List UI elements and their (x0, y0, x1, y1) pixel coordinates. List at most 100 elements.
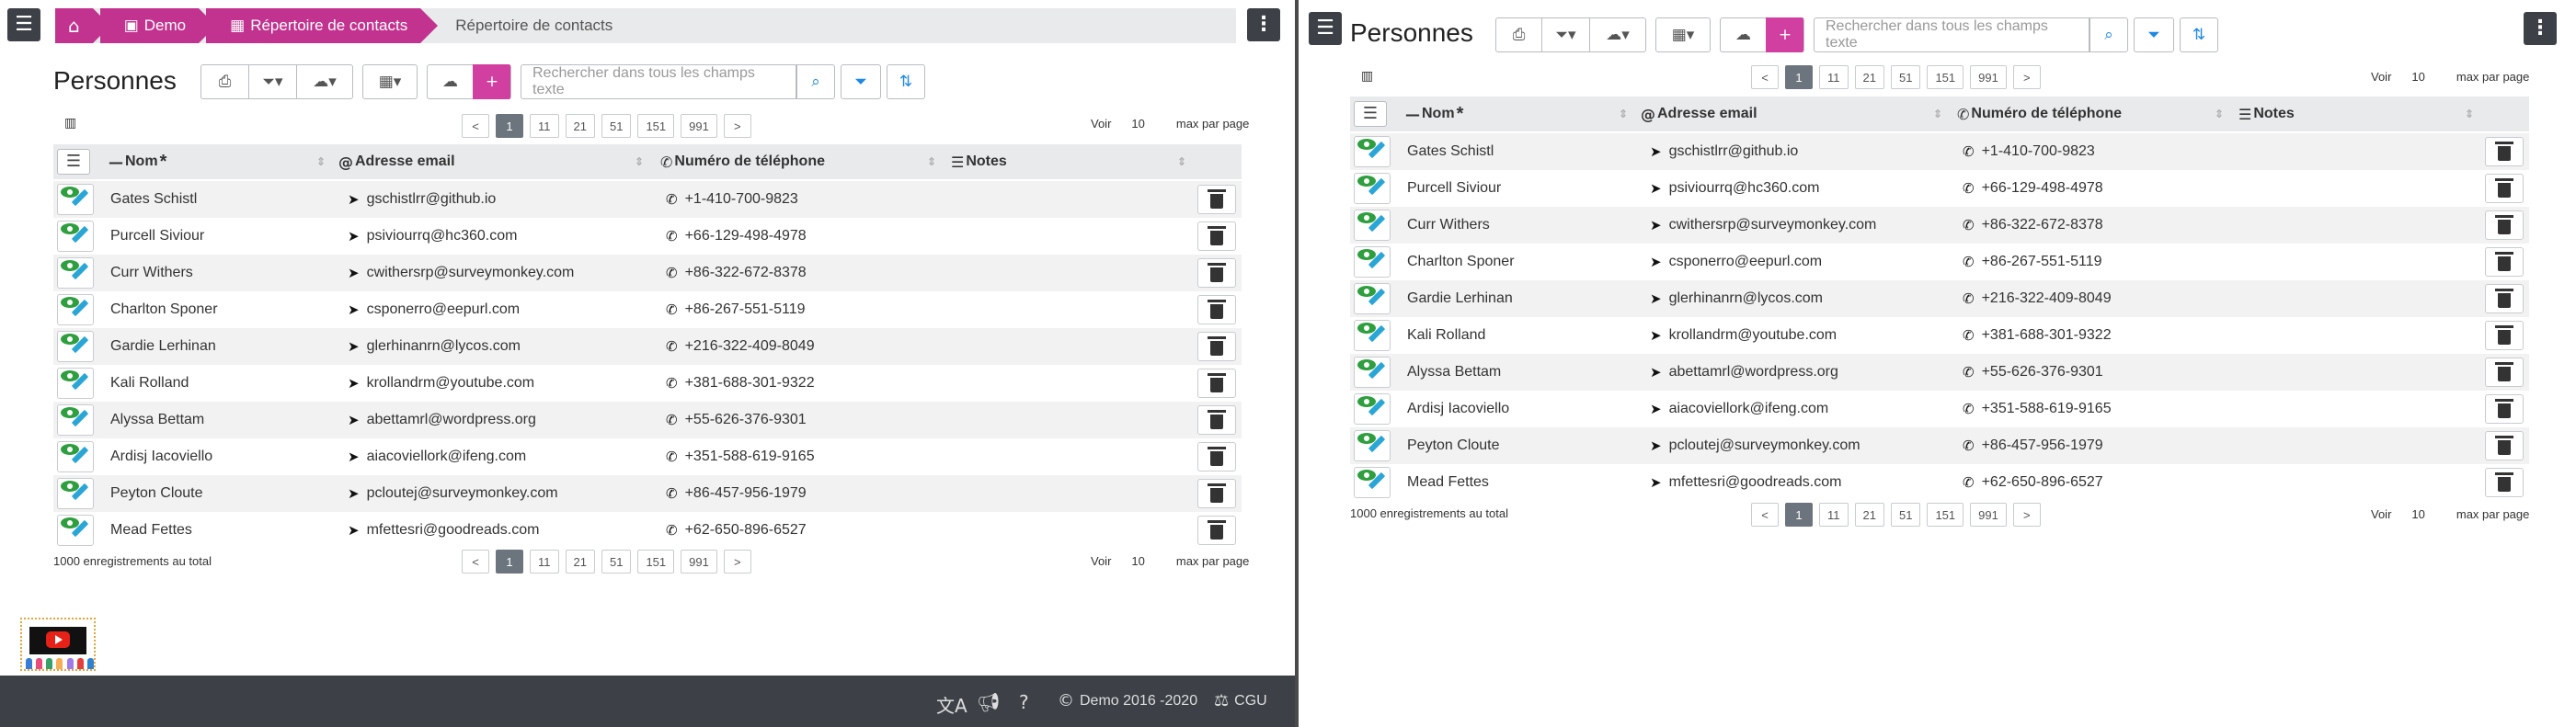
contact-phone[interactable]: +216-322-409-8049 (685, 338, 815, 355)
sort-arrows-icon[interactable]: ⇕ (1619, 108, 1628, 120)
page-button[interactable]: 21 (565, 114, 595, 138)
page-button[interactable]: 21 (1854, 65, 1884, 89)
prev-page-button[interactable]: < (1751, 65, 1779, 89)
contact-email[interactable]: abettamrl@wordpress.org (367, 412, 536, 428)
next-page-button[interactable]: > (723, 114, 751, 138)
search-button[interactable]: ⌕ (796, 64, 835, 99)
print-button[interactable]: ⎙ (1495, 17, 1541, 52)
contact-phone[interactable]: +55-626-376-9301 (685, 412, 807, 428)
help-icon[interactable]: ? (1019, 691, 1029, 713)
page-size-value[interactable]: 10 (2411, 507, 2424, 521)
print-button[interactable]: ⎙ (200, 64, 248, 99)
contact-email[interactable]: gschistlrr@github.io (1669, 143, 1799, 160)
next-page-button[interactable]: > (2012, 65, 2041, 89)
table-view-button[interactable]: ▦▾ (362, 64, 418, 99)
next-page-button[interactable]: > (723, 550, 751, 574)
page-button[interactable]: 991 (681, 114, 717, 138)
column-header-email[interactable]: @ Adresse email (1641, 97, 1757, 131)
contact-email[interactable]: pcloutej@surveymonkey.com (367, 485, 558, 502)
delete-button[interactable] (2485, 210, 2524, 240)
contact-phone[interactable]: +86-457-956-1979 (1982, 437, 2103, 454)
page-button[interactable]: 51 (1890, 503, 1921, 527)
page-size-value[interactable]: 10 (1131, 117, 1144, 131)
sort-arrows-icon[interactable]: ⇕ (316, 155, 326, 168)
page-button[interactable]: 11 (530, 114, 559, 138)
edit-button[interactable] (1354, 136, 1391, 167)
edit-button[interactable] (1354, 246, 1391, 278)
sort-arrows-icon[interactable]: ⇕ (927, 155, 936, 168)
edit-button[interactable] (1354, 393, 1391, 425)
contact-email[interactable]: pcloutej@surveymonkey.com (1669, 437, 1860, 454)
delete-button[interactable] (1197, 516, 1236, 545)
contact-email[interactable]: aiacoviellork@ifeng.com (1669, 401, 1829, 417)
youtube-widget[interactable] (20, 618, 96, 671)
edit-button[interactable] (57, 368, 94, 399)
column-header-nom[interactable]: — Nom * (109, 144, 166, 179)
sort-button[interactable]: ⇅ (2180, 17, 2218, 52)
sort-arrows-icon[interactable]: ⇕ (1933, 108, 1942, 120)
hamburger-menu-button[interactable]: ☰ (1309, 12, 1342, 45)
edit-button[interactable] (1354, 173, 1391, 204)
page-button[interactable]: 1 (496, 114, 523, 138)
contact-phone[interactable]: +86-322-672-8378 (685, 265, 807, 281)
page-button[interactable]: 11 (1819, 65, 1849, 89)
contact-email[interactable]: krollandrm@youtube.com (1669, 327, 1838, 344)
delete-button[interactable] (2485, 321, 2524, 350)
delete-button[interactable] (2485, 284, 2524, 313)
edit-button[interactable] (1354, 430, 1391, 461)
contact-phone[interactable]: +381-688-301-9322 (1982, 327, 2112, 344)
edit-button[interactable] (57, 294, 94, 325)
filter-dropdown-button[interactable]: ⏷▾ (1541, 17, 1589, 52)
prev-page-button[interactable]: < (1751, 503, 1779, 527)
grid-options-button[interactable]: ☰ (57, 149, 90, 175)
delete-button[interactable] (2485, 137, 2524, 166)
edit-button[interactable] (1354, 357, 1391, 388)
column-header-nom[interactable]: — Nom * (1405, 97, 1463, 131)
sort-arrows-icon[interactable]: ⇕ (2465, 108, 2474, 120)
contact-email[interactable]: glerhinanrn@lycos.com (1669, 290, 1823, 307)
page-button[interactable]: 1 (496, 550, 523, 574)
contact-email[interactable]: gschistlrr@github.io (367, 191, 497, 208)
add-button[interactable]: + (1766, 17, 1804, 52)
edit-button[interactable] (57, 441, 94, 472)
sort-arrows-icon[interactable]: ⇕ (635, 155, 644, 168)
advanced-filter-button[interactable]: ⏷ (2134, 17, 2174, 52)
search-button[interactable]: ⌕ (2089, 17, 2128, 52)
contact-email[interactable]: mfettesri@goodreads.com (367, 522, 540, 539)
page-button[interactable]: 51 (601, 114, 632, 138)
contact-phone[interactable]: +351-588-619-9165 (1982, 401, 2112, 417)
page-button[interactable]: 991 (681, 550, 717, 574)
breadcrumb-repertoire[interactable]: ▦ Répertoire de contacts (206, 8, 439, 43)
contact-phone[interactable]: +62-650-896-6527 (685, 522, 807, 539)
edit-button[interactable] (57, 257, 94, 289)
columns-toggle-icon[interactable]: ▥ (64, 116, 76, 131)
sort-arrows-icon[interactable]: ⇕ (2215, 108, 2224, 120)
page-button[interactable]: 151 (637, 114, 675, 138)
import-button[interactable]: ☁ (1720, 17, 1766, 52)
delete-button[interactable] (2485, 247, 2524, 277)
contact-phone[interactable]: +66-129-498-4978 (685, 228, 807, 244)
edit-button[interactable] (57, 331, 94, 362)
contact-phone[interactable]: +62-650-896-6527 (1982, 474, 2103, 491)
delete-button[interactable] (1197, 222, 1236, 251)
page-button[interactable]: 151 (1927, 503, 1964, 527)
edit-button[interactable] (1354, 210, 1391, 241)
contact-email[interactable]: psiviourrq@hc360.com (367, 228, 518, 244)
delete-button[interactable] (1197, 405, 1236, 435)
contact-phone[interactable]: +55-626-376-9301 (1982, 364, 2103, 381)
contact-phone[interactable]: +86-322-672-8378 (1982, 217, 2103, 233)
page-button[interactable]: 11 (530, 550, 559, 574)
page-button[interactable]: 1 (1785, 503, 1813, 527)
page-button[interactable]: 991 (1970, 503, 2007, 527)
search-input[interactable]: Rechercher dans tous les champs texte (1814, 17, 2089, 52)
page-button[interactable]: 21 (565, 550, 595, 574)
page-button[interactable]: 11 (1819, 503, 1849, 527)
contact-phone[interactable]: +86-267-551-5119 (685, 301, 806, 318)
megaphone-icon[interactable]: 📢︎ (977, 691, 1000, 713)
page-button[interactable]: 51 (1890, 65, 1921, 89)
contact-phone[interactable]: +216-322-409-8049 (1982, 290, 2112, 307)
delete-button[interactable] (2485, 468, 2524, 497)
contact-email[interactable]: csponerro@eepurl.com (1669, 254, 1823, 270)
columns-toggle-icon[interactable]: ▥ (1361, 69, 1373, 84)
edit-button[interactable] (1354, 467, 1391, 498)
